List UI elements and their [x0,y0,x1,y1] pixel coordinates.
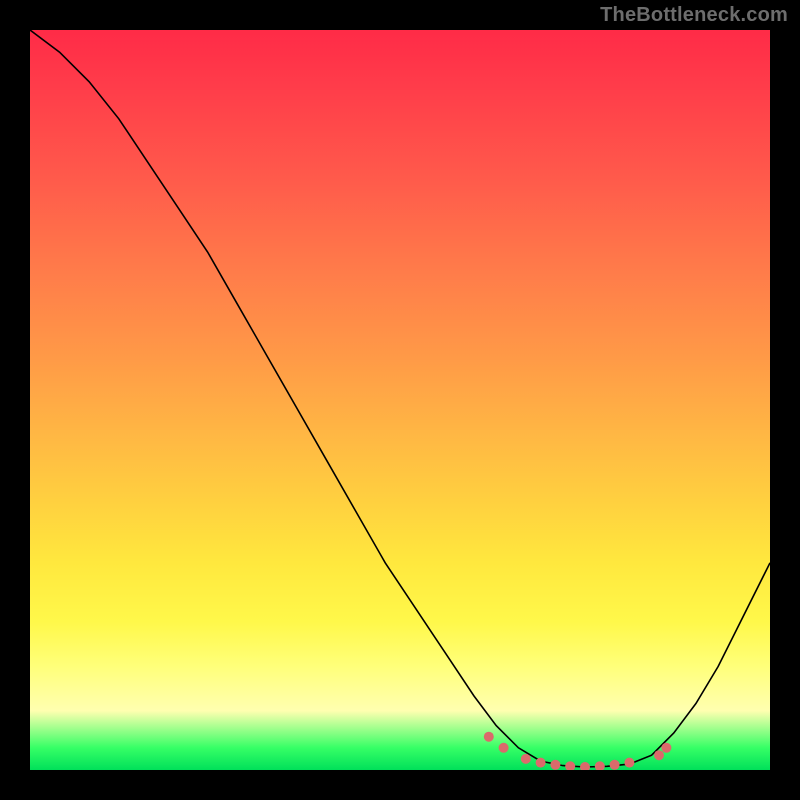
marker-dot [595,761,605,770]
marker-dot [536,758,546,768]
watermark-label: TheBottleneck.com [600,4,788,27]
marker-dot [661,743,671,753]
marker-dot [580,762,590,770]
bottleneck-curve [30,30,770,767]
marker-dot [550,760,560,770]
marker-dot [610,760,620,770]
marker-dot [521,754,531,764]
chart-root: TheBottleneck.com [0,0,800,800]
marker-dot [499,743,509,753]
optimal-range-markers [484,732,672,770]
curve-overlay [30,30,770,770]
marker-dot [624,758,634,768]
marker-dot [484,732,494,742]
marker-dot [565,761,575,770]
marker-dot [654,750,664,760]
